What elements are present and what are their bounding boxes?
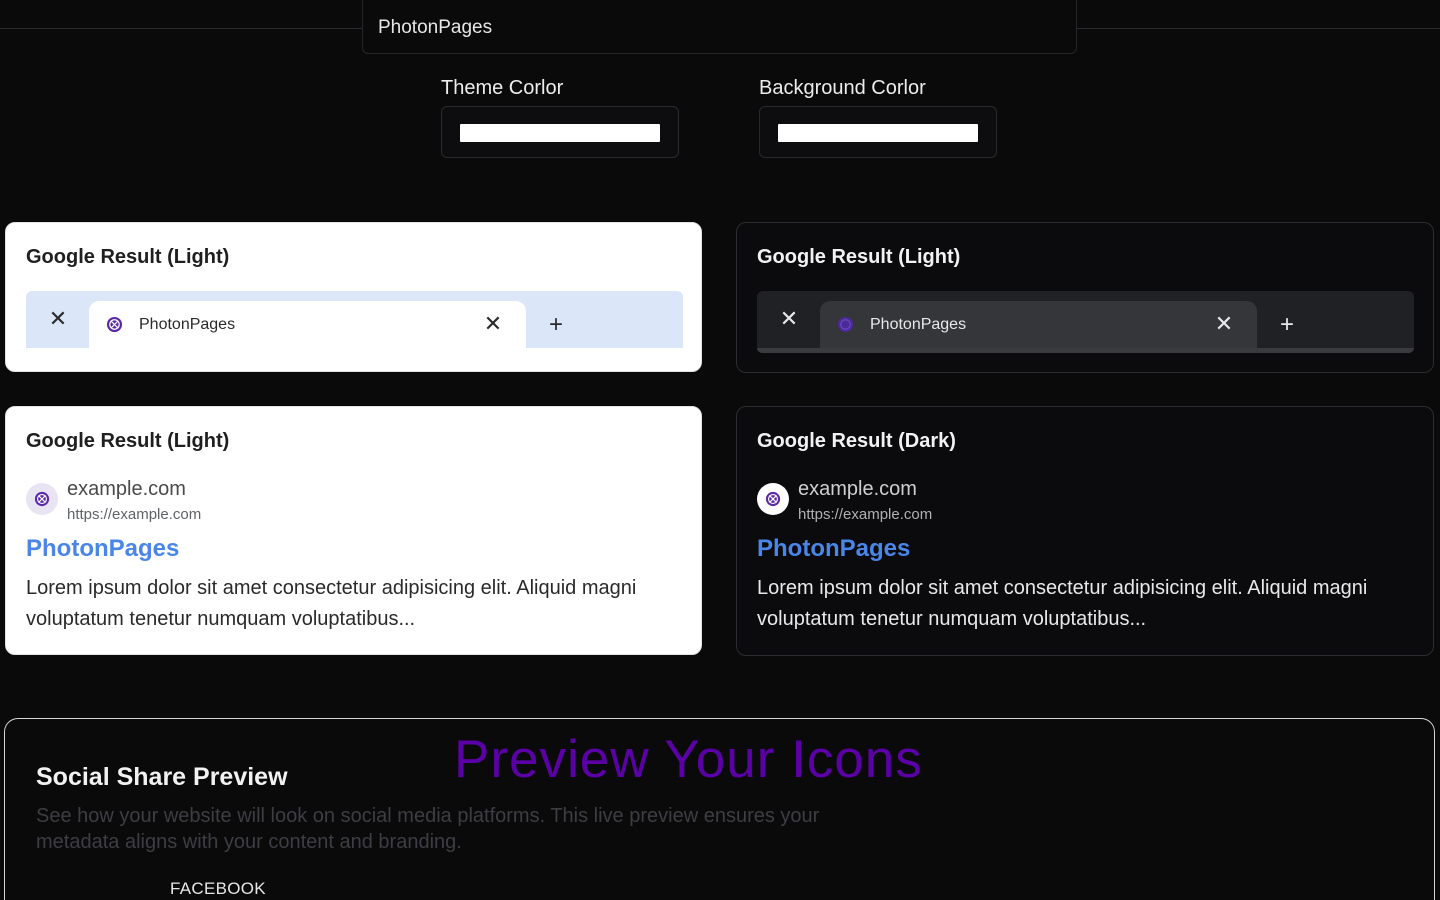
- theme-color-swatch[interactable]: [460, 124, 660, 142]
- tabbar-underline: [26, 348, 683, 353]
- plus-icon[interactable]: +: [544, 313, 568, 337]
- browser-tab[interactable]: PhotonPages ✕: [820, 301, 1257, 348]
- tab-preview-dark-card: Google Result (Light) ✕ PhotonPages ✕ +: [736, 222, 1434, 373]
- favicon-badge: [757, 483, 789, 515]
- close-icon[interactable]: ✕: [46, 307, 70, 331]
- serp-site-name: example.com: [67, 478, 186, 500]
- serp-url: https://example.com: [798, 506, 933, 523]
- serp-light-card: Google Result (Light) example.com https:…: [5, 406, 702, 655]
- close-icon[interactable]: ✕: [777, 307, 801, 331]
- photonpages-logo-icon: [106, 316, 123, 333]
- photonpages-logo-icon: [765, 491, 781, 507]
- serp-dark-card: Google Result (Dark) example.com https:/…: [736, 406, 1434, 656]
- card-title: Google Result (Dark): [757, 430, 956, 452]
- serp-title-link[interactable]: PhotonPages: [26, 534, 179, 564]
- social-share-title: Social Share Preview: [36, 763, 288, 791]
- site-name-value: PhotonPages: [378, 17, 493, 38]
- serp-description: Lorem ipsum dolor sit amet consectetur a…: [757, 577, 1368, 630]
- photonpages-logo-icon: [34, 491, 50, 507]
- background-color-label: Background Corlor: [759, 77, 926, 99]
- card-title: Google Result (Light): [26, 430, 230, 452]
- card-title: Google Result (Light): [26, 246, 230, 268]
- browser-tabbar: ✕ PhotonPages ✕ +: [26, 291, 683, 353]
- tab-label: PhotonPages: [139, 316, 236, 333]
- tab-preview-light-card: Google Result (Light) ✕ PhotonPages ✕ +: [5, 222, 702, 372]
- theme-color-picker[interactable]: [441, 106, 679, 158]
- preview-icons-heading: Preview Your Icons: [454, 730, 923, 789]
- tabbar-underline: [757, 348, 1414, 353]
- favicon-badge: [26, 483, 58, 515]
- theme-color-label: Theme Corlor: [441, 77, 564, 99]
- social-share-description: See how your website will look on social…: [36, 805, 820, 853]
- serp-url: https://example.com: [67, 506, 202, 523]
- browser-tabbar: ✕ PhotonPages ✕ +: [757, 291, 1414, 353]
- tab-facebook[interactable]: FACEBOOK: [170, 879, 266, 899]
- tab-label: PhotonPages: [870, 316, 967, 333]
- serp-title-link[interactable]: PhotonPages: [757, 534, 910, 564]
- serp-site-name: example.com: [798, 478, 917, 500]
- card-title: Google Result (Light): [757, 246, 961, 268]
- page: PhotonPages Theme Corlor Background Corl…: [0, 0, 1440, 900]
- photonpages-logo-icon: [837, 316, 854, 333]
- plus-icon[interactable]: +: [1275, 313, 1299, 337]
- serp-description: Lorem ipsum dolor sit amet consectetur a…: [26, 577, 637, 630]
- browser-tab[interactable]: PhotonPages ✕: [89, 301, 526, 348]
- background-color-picker[interactable]: [759, 106, 997, 158]
- background-color-swatch[interactable]: [778, 124, 978, 142]
- close-icon[interactable]: ✕: [1212, 312, 1236, 336]
- close-icon[interactable]: ✕: [481, 312, 505, 336]
